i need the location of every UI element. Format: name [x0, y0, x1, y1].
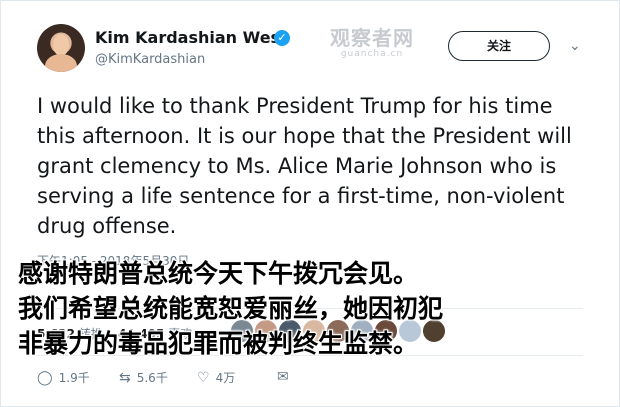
heart-icon: ♡ [197, 370, 210, 386]
watermark: 观察者网 guancha.cn [330, 28, 414, 59]
retweet-icon: ⇆ [119, 370, 131, 386]
retweet-action-count: 5.6千 [136, 371, 168, 385]
follow-button[interactable]: 关注 [448, 31, 550, 61]
direct-message-button[interactable]: ✉ [277, 369, 295, 385]
subtitle-caption: 感谢特朗普总统今天下午拨冗会见。 我们希望总统能宽恕爱丽丝，她因初犯 非暴力的毒… [18, 256, 443, 361]
user-handle[interactable]: @KimKardashian [95, 52, 205, 67]
watermark-title: 观察者网 [330, 26, 414, 50]
reply-count: 1.9千 [58, 371, 90, 385]
reply-icon: ◯ [37, 370, 53, 386]
chevron-down-icon[interactable]: ⌄ [569, 38, 581, 54]
envelope-icon: ✉ [277, 369, 289, 385]
verified-badge-icon: ✓ [274, 30, 290, 46]
reply-button[interactable]: ◯ 1.9千 [37, 369, 90, 386]
like-button[interactable]: ♡ 4万 [197, 369, 235, 386]
caption-line-2: 我们希望总统能宽恕爱丽丝，她因初犯 [18, 294, 444, 323]
caption-line-1: 感谢特朗普总统今天下午拨冗会见。 [18, 259, 419, 288]
avatar[interactable] [37, 24, 85, 72]
like-action-count: 4万 [215, 371, 236, 385]
tweet-text: I would like to thank President Trump fo… [37, 94, 572, 238]
caption-line-3: 非暴力的毒品犯罪而被判终生监禁。 [18, 329, 419, 358]
retweet-button[interactable]: ⇆ 5.6千 [119, 369, 168, 386]
display-name[interactable]: Kim Kardashian West [95, 28, 288, 47]
avatar-body [45, 54, 77, 72]
watermark-url: guancha.cn [340, 49, 404, 59]
avatar-face [53, 34, 69, 56]
